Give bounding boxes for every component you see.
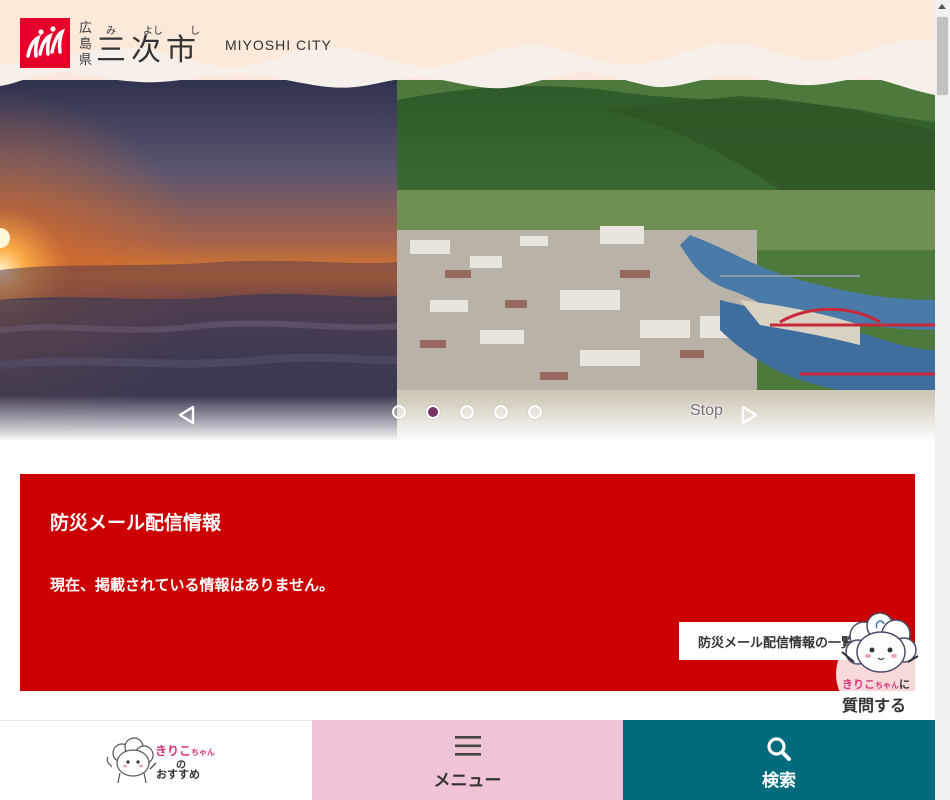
city-kanji-char: 市: [166, 33, 202, 68]
triangle-right-icon: [741, 405, 758, 425]
slider-prev-button[interactable]: [176, 404, 198, 426]
kiriko-chatbot-button[interactable]: きりこちゃんに 質問する: [832, 608, 932, 718]
miyoshi-city-logo-icon: [20, 18, 70, 68]
search-label: 検索: [762, 771, 796, 791]
alert-message: 現在、掲載されている情報はありません。: [50, 576, 335, 594]
slider-dot-2[interactable]: [426, 405, 440, 419]
city-name-kanji: 三 次 市: [96, 33, 201, 69]
chatbot-action: 質問する: [842, 696, 907, 715]
slider-dot-5[interactable]: [528, 405, 542, 419]
menu-button[interactable]: メニュー: [312, 720, 623, 800]
prefecture-char: 島: [79, 37, 93, 52]
chatbot-name-suffix: ちゃん: [875, 681, 899, 690]
kiriko-recommend-button[interactable]: きりこちゃん の おすすめ: [0, 720, 312, 800]
site-logo-link[interactable]: 広 島 県 み よし し 三 次 市: [20, 18, 200, 72]
scrollbar-thumb[interactable]: [937, 17, 948, 95]
menu-label: メニュー: [433, 771, 502, 791]
recommend-label: おすすめ: [156, 768, 200, 781]
kiriko-mascot-small-icon: [106, 737, 157, 784]
triangle-left-icon: [178, 405, 195, 425]
prefecture-char: 県: [79, 53, 93, 68]
slider-dot-4[interactable]: [494, 405, 508, 419]
hero-slider: 広 島 県 み よし し 三 次 市 MIYOSHI CITY Stop: [0, 0, 935, 440]
slider-pagination: [392, 405, 542, 419]
page: 広 島 県 み よし し 三 次 市 MIYOSHI CITY Stop 防災メ…: [0, 0, 950, 800]
chatbot-particle: に: [899, 678, 910, 691]
city-name-english: MIYOSHI CITY: [225, 37, 332, 53]
prefecture-name: 広 島 県: [79, 21, 92, 69]
city-kanji-char: 三: [96, 33, 132, 68]
hamburger-icon: [454, 736, 481, 756]
city-kanji-char: 次: [131, 33, 167, 68]
vertical-scrollbar[interactable]: [935, 0, 950, 800]
recommend-name-suffix: ちゃん: [191, 748, 216, 757]
alert-title: 防災メール配信情報: [50, 512, 222, 534]
scroll-up-arrow-icon[interactable]: [938, 4, 946, 9]
prefecture-char: 広: [79, 21, 93, 36]
slider-dot-3[interactable]: [460, 405, 474, 419]
slider-stop-button[interactable]: Stop: [690, 402, 723, 420]
chatbot-name-text: きりこ: [842, 678, 875, 691]
bottom-navigation: きりこちゃん の おすすめ メニュー 検索: [0, 720, 935, 800]
disaster-mail-alert: 防災メール配信情報 現在、掲載されている情報はありません。 防災メール配信情報の…: [20, 474, 915, 691]
magnifier-icon: [767, 737, 791, 761]
chatbot-name: きりこちゃんに: [842, 676, 910, 692]
slider-dot-1[interactable]: [392, 405, 406, 419]
slider-next-button[interactable]: [738, 404, 760, 426]
search-button[interactable]: 検索: [623, 720, 935, 800]
